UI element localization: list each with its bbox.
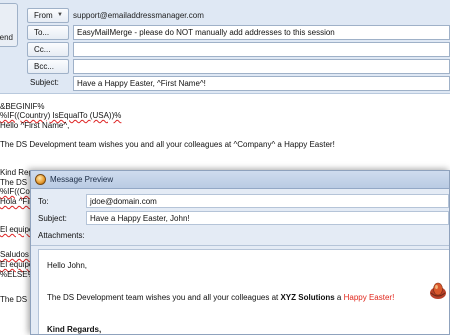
preview-title-bar[interactable]: Message Preview [31, 171, 449, 189]
preview-company: XYZ Solutions [280, 293, 335, 302]
body-line: El equipo [0, 260, 34, 269]
to-button-label: To... [34, 28, 50, 37]
cc-field[interactable] [73, 42, 450, 57]
preview-message-body: Hello John, The DS Development team wish… [38, 249, 449, 334]
subject-label: Subject: [30, 78, 59, 87]
bcc-field[interactable] [73, 59, 450, 74]
bcc-button-label: Bcc... [34, 62, 55, 71]
preview-message-mid: a [334, 293, 344, 302]
preview-happy-easter: Happy Easter! [343, 293, 395, 302]
from-address: support@emailaddressmanager.com [73, 11, 204, 20]
preview-to-value: jdoe@domain.com [90, 197, 157, 206]
easter-egg-icon [430, 282, 446, 299]
body-line: El equipo [0, 225, 34, 234]
preview-title: Message Preview [50, 175, 114, 184]
preview-greeting: Hello John, [47, 261, 88, 270]
preview-subject-label: Subject: [38, 214, 67, 223]
to-button[interactable]: To... [27, 25, 69, 40]
app-logo-icon [35, 174, 46, 185]
from-button-label: From [34, 11, 53, 20]
divider [31, 245, 449, 246]
cc-button[interactable]: Cc... [27, 42, 69, 57]
bcc-button[interactable]: Bcc... [27, 59, 69, 74]
preview-subject-value: Have a Happy Easter, John! [90, 214, 190, 223]
send-button-label: end [0, 33, 13, 42]
body-line: %IF((Country) IsEqualTo (USA))% [0, 111, 122, 120]
compose-header: end From ▼ support@emailaddressmanager.c… [0, 0, 450, 94]
body-line: Hello ^First Name^, [0, 121, 70, 130]
subject-field[interactable]: Have a Happy Easter, ^First Name^! [73, 76, 450, 91]
cc-button-label: Cc... [34, 45, 51, 54]
preview-to-label: To: [38, 197, 49, 206]
preview-attachments-label: Attachments: [38, 231, 85, 240]
chevron-down-icon: ▼ [57, 12, 63, 18]
from-button[interactable]: From ▼ [27, 8, 69, 23]
body-line: Hola ^Fir [0, 197, 32, 206]
message-preview-window: Message Preview To: jdoe@domain.com Subj… [30, 170, 450, 335]
to-field[interactable]: EasyMailMerge - please do NOT manually a… [73, 25, 450, 40]
preview-message-line: The DS Development team wishes you and a… [47, 293, 394, 302]
send-button[interactable]: end [0, 3, 18, 47]
preview-message-prefix: The DS Development team wishes you and a… [47, 293, 281, 302]
preview-closing: Kind Regards, [47, 325, 102, 334]
body-line: The DS Development team wishes you and a… [0, 140, 335, 149]
